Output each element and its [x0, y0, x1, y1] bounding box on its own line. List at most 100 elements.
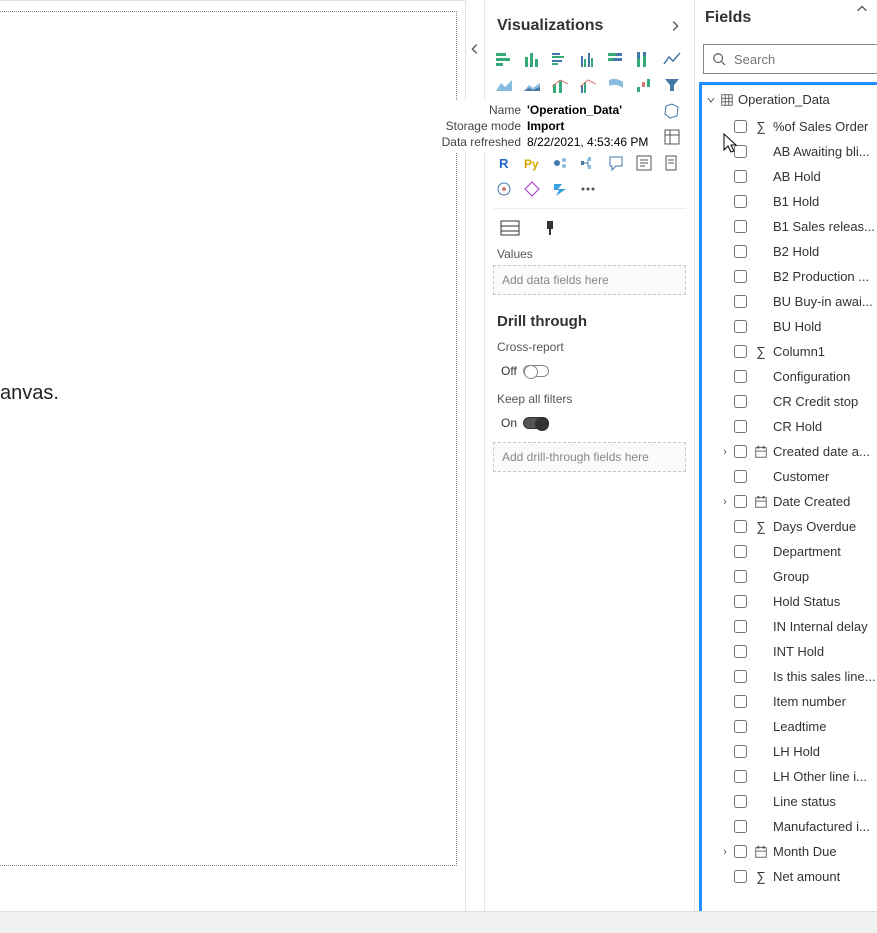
field-item[interactable]: Leadtime: [704, 714, 877, 739]
field-item[interactable]: Manufactured i...: [704, 814, 877, 839]
field-checkbox[interactable]: [734, 620, 747, 633]
field-item[interactable]: LH Hold: [704, 739, 877, 764]
field-item[interactable]: Hold Status: [704, 589, 877, 614]
chevron-right-icon[interactable]: ›: [720, 496, 730, 508]
r-visual-icon[interactable]: R: [493, 152, 515, 174]
values-dropzone[interactable]: Add data fields here: [493, 265, 686, 295]
waterfall-icon[interactable]: [633, 74, 655, 96]
narrative-icon[interactable]: [633, 152, 655, 174]
cross-report-toggle[interactable]: [523, 365, 549, 377]
line-clustered-icon[interactable]: [577, 74, 599, 96]
paginated-icon[interactable]: [661, 152, 683, 174]
powerapps-icon[interactable]: [521, 178, 543, 200]
field-item[interactable]: ∑%of Sales Order: [704, 114, 877, 139]
decomposition-icon[interactable]: [577, 152, 599, 174]
funnel-icon[interactable]: [661, 74, 683, 96]
search-input[interactable]: [732, 51, 877, 68]
field-item[interactable]: Department: [704, 539, 877, 564]
field-checkbox[interactable]: [734, 170, 747, 183]
field-item[interactable]: Customer: [704, 464, 877, 489]
field-checkbox[interactable]: [734, 770, 747, 783]
table-node[interactable]: Operation_Data ⋯: [702, 85, 877, 114]
line-column-icon[interactable]: [549, 74, 571, 96]
field-item[interactable]: ›Month Due: [704, 839, 877, 864]
shape-map-icon[interactable]: [661, 100, 683, 122]
ribbon-chart-icon[interactable]: [605, 74, 627, 96]
field-checkbox[interactable]: [734, 420, 747, 433]
field-item[interactable]: AB Hold: [704, 164, 877, 189]
area-chart-icon[interactable]: [493, 74, 515, 96]
field-item[interactable]: ∑Column1: [704, 339, 877, 364]
clustered-column-icon[interactable]: [577, 48, 599, 70]
stacked-area-icon[interactable]: [521, 74, 543, 96]
drillthrough-dropzone[interactable]: Add drill-through fields here: [493, 442, 686, 472]
field-item[interactable]: B2 Production ...: [704, 264, 877, 289]
line-chart-icon[interactable]: [661, 48, 683, 70]
field-item[interactable]: B1 Sales releas...: [704, 214, 877, 239]
field-checkbox[interactable]: [734, 545, 747, 558]
field-checkbox[interactable]: [734, 295, 747, 308]
field-item[interactable]: Group: [704, 564, 877, 589]
field-item[interactable]: CR Hold: [704, 414, 877, 439]
field-checkbox[interactable]: [734, 670, 747, 683]
field-item[interactable]: B1 Hold: [704, 189, 877, 214]
field-item[interactable]: Item number: [704, 689, 877, 714]
field-checkbox[interactable]: [734, 820, 747, 833]
field-checkbox[interactable]: [734, 595, 747, 608]
field-item[interactable]: LH Other line i...: [704, 764, 877, 789]
stacked-bar-100-icon[interactable]: [605, 48, 627, 70]
field-checkbox[interactable]: [734, 495, 747, 508]
field-checkbox[interactable]: [734, 220, 747, 233]
chevron-right-icon[interactable]: ›: [720, 446, 730, 458]
field-item[interactable]: IN Internal delay: [704, 614, 877, 639]
stacked-column-icon[interactable]: [521, 48, 543, 70]
field-checkbox[interactable]: [734, 445, 747, 458]
format-tab[interactable]: [539, 219, 561, 237]
field-checkbox[interactable]: [734, 695, 747, 708]
field-checkbox[interactable]: [734, 520, 747, 533]
field-checkbox[interactable]: [734, 570, 747, 583]
field-item[interactable]: AB Awaiting bli...: [704, 139, 877, 164]
field-checkbox[interactable]: [734, 270, 747, 283]
field-checkbox[interactable]: [734, 145, 747, 158]
field-checkbox[interactable]: [734, 470, 747, 483]
matrix-icon[interactable]: [661, 126, 683, 148]
field-checkbox[interactable]: [734, 345, 747, 358]
field-checkbox[interactable]: [734, 795, 747, 808]
field-item[interactable]: Line status: [704, 789, 877, 814]
field-checkbox[interactable]: [734, 645, 747, 658]
field-item[interactable]: Configuration: [704, 364, 877, 389]
stacked-bar-icon[interactable]: [493, 48, 515, 70]
field-item[interactable]: BU Buy-in awai...: [704, 289, 877, 314]
field-checkbox[interactable]: [734, 245, 747, 258]
chevron-right-icon[interactable]: [668, 19, 682, 33]
field-checkbox[interactable]: [734, 195, 747, 208]
field-item[interactable]: ›Created date a...: [704, 439, 877, 464]
automate-icon[interactable]: [549, 178, 571, 200]
stacked-column-100-icon[interactable]: [633, 48, 655, 70]
more-visuals-icon[interactable]: [577, 178, 599, 200]
fields-well-tab[interactable]: [499, 219, 521, 237]
field-item[interactable]: INT Hold: [704, 639, 877, 664]
field-item[interactable]: ∑Days Overdue: [704, 514, 877, 539]
python-visual-icon[interactable]: Py: [521, 152, 543, 174]
field-item[interactable]: ∑Net amount: [704, 864, 877, 889]
arcgis-icon[interactable]: [493, 178, 515, 200]
field-item[interactable]: ›Date Created: [704, 489, 877, 514]
qa-icon[interactable]: [605, 152, 627, 174]
fields-search[interactable]: [703, 44, 877, 74]
field-checkbox[interactable]: [734, 870, 747, 883]
key-influencers-icon[interactable]: [549, 152, 571, 174]
chevron-right-icon[interactable]: ›: [720, 846, 730, 858]
field-checkbox[interactable]: [734, 320, 747, 333]
field-item[interactable]: BU Hold: [704, 314, 877, 339]
field-checkbox[interactable]: [734, 845, 747, 858]
field-item[interactable]: Is this sales line...: [704, 664, 877, 689]
report-canvas[interactable]: anvas.: [0, 0, 465, 933]
field-checkbox[interactable]: [734, 720, 747, 733]
field-checkbox[interactable]: [734, 370, 747, 383]
field-checkbox[interactable]: [734, 395, 747, 408]
field-checkbox[interactable]: [734, 120, 747, 133]
clustered-bar-icon[interactable]: [549, 48, 571, 70]
field-checkbox[interactable]: [734, 745, 747, 758]
